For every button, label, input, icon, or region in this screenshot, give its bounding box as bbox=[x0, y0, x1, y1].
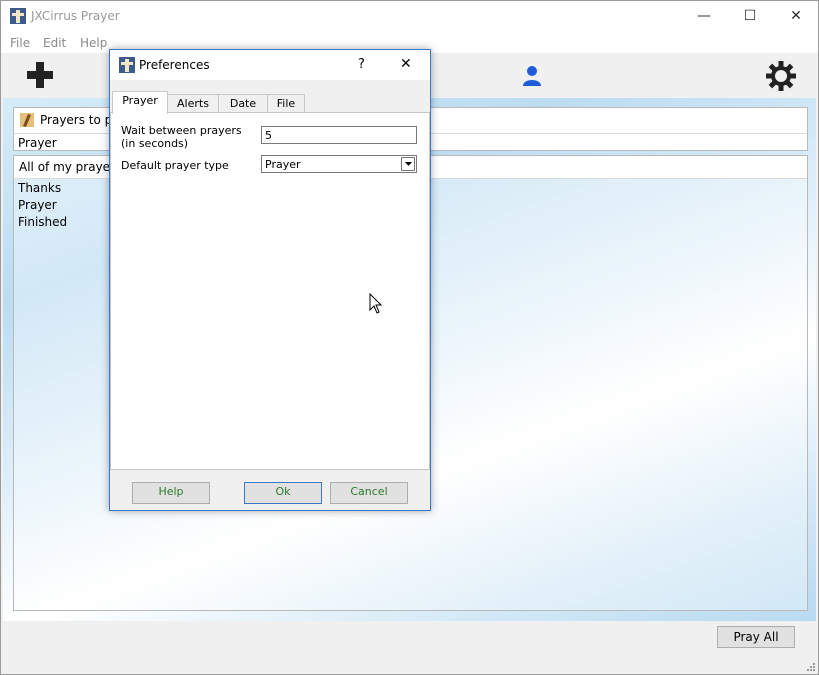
person-icon[interactable] bbox=[522, 65, 542, 86]
minimize-button[interactable]: — bbox=[681, 1, 727, 31]
list-item[interactable]: Prayer bbox=[18, 198, 57, 212]
menu-edit[interactable]: Edit bbox=[43, 36, 66, 50]
tab-alerts[interactable]: Alerts bbox=[167, 94, 219, 113]
wait-label-line2: (in seconds) bbox=[121, 137, 189, 150]
chevron-down-icon bbox=[405, 162, 412, 166]
close-button[interactable]: ✕ bbox=[773, 1, 819, 31]
wait-seconds-input[interactable]: 5 bbox=[261, 126, 417, 144]
resize-grip-icon[interactable] bbox=[805, 661, 816, 672]
plus-icon[interactable] bbox=[27, 62, 53, 88]
dialog-close-button[interactable]: ✕ bbox=[400, 56, 412, 72]
default-type-value: Prayer bbox=[265, 158, 301, 171]
list-item[interactable]: Thanks bbox=[18, 181, 61, 195]
wait-label-line1: Wait between prayers bbox=[121, 124, 242, 137]
window-title: JXCirrus Prayer bbox=[31, 9, 120, 23]
gear-icon[interactable] bbox=[766, 61, 796, 91]
bottom-bar: Pray All bbox=[1, 621, 818, 674]
help-button[interactable]: Help bbox=[132, 482, 210, 504]
tab-prayer[interactable]: Prayer bbox=[112, 91, 168, 114]
ok-button[interactable]: Ok bbox=[244, 482, 322, 504]
book-icon bbox=[20, 113, 34, 127]
tab-file[interactable]: File bbox=[267, 94, 305, 113]
pray-all-button[interactable]: Pray All bbox=[717, 626, 795, 648]
menu-help[interactable]: Help bbox=[80, 36, 107, 50]
cross-app-icon bbox=[10, 8, 26, 24]
default-type-label: Default prayer type bbox=[121, 159, 229, 172]
title-bar[interactable]: JXCirrus Prayer — ☐ ✕ bbox=[1, 1, 818, 31]
tab-date[interactable]: Date bbox=[218, 94, 268, 113]
cancel-button[interactable]: Cancel bbox=[330, 482, 408, 504]
maximize-button[interactable]: ☐ bbox=[727, 1, 773, 31]
dialog-title: Preferences bbox=[139, 58, 210, 72]
mouse-cursor-icon bbox=[369, 293, 383, 314]
menu-file[interactable]: File bbox=[10, 36, 30, 50]
cross-app-icon bbox=[119, 57, 135, 73]
wait-label: Wait between prayers (in seconds) bbox=[121, 124, 242, 150]
prayer-type-label: Prayer bbox=[18, 136, 57, 150]
prayer-tab-panel: Wait between prayers (in seconds) 5 Defa… bbox=[110, 112, 430, 470]
default-type-select[interactable]: Prayer bbox=[261, 155, 417, 173]
dialog-help-button[interactable]: ? bbox=[358, 57, 365, 72]
preferences-dialog: Preferences ? ✕ Prayer Alerts Date File … bbox=[109, 49, 431, 511]
list-item[interactable]: Finished bbox=[18, 215, 67, 229]
dialog-title-bar[interactable]: Preferences ? ✕ bbox=[110, 50, 430, 80]
dropdown-button[interactable] bbox=[401, 157, 415, 171]
